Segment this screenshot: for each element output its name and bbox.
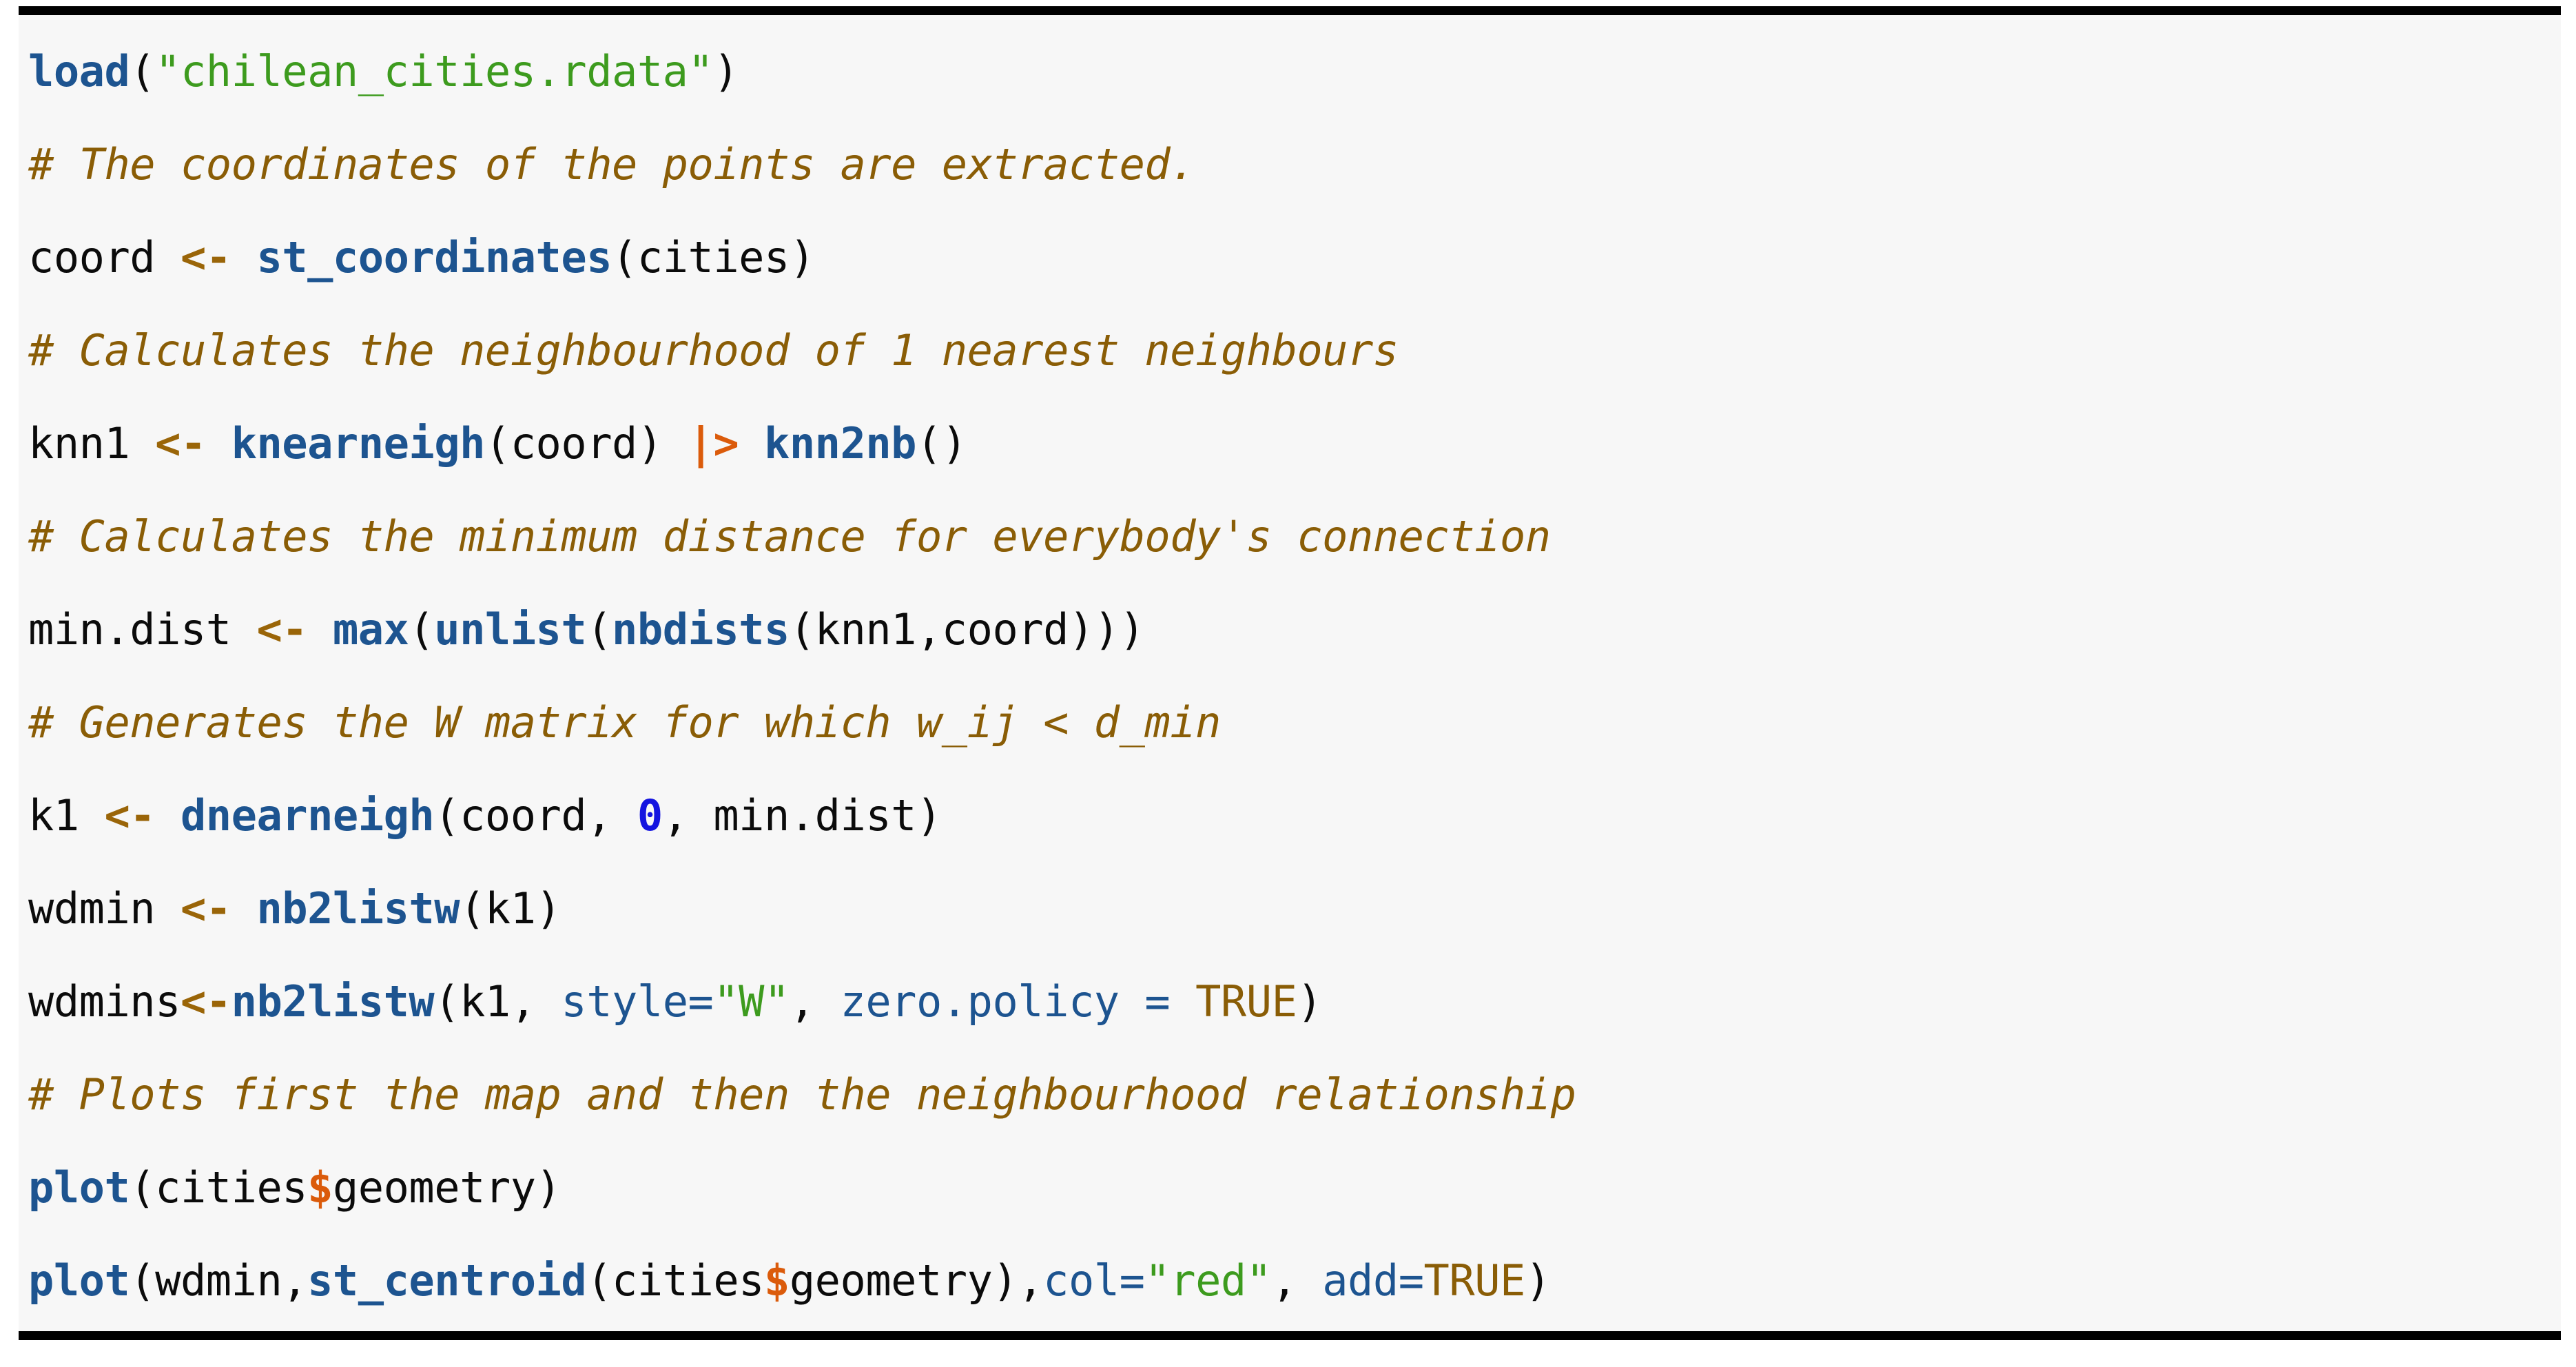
code-token-punct: (: [586, 604, 612, 655]
code-token-punct: geometry),: [789, 1255, 1044, 1306]
code-line[interactable]: wdmin <- nb2listw(k1): [19, 862, 2561, 955]
code-token-assign: <-: [180, 883, 231, 934]
code-token-func: plot: [28, 1162, 130, 1213]
code-line[interactable]: plot(cities$geometry): [19, 1141, 2561, 1234]
code-token-const: TRUE: [1423, 1255, 1526, 1306]
code-token-default: [231, 232, 257, 282]
code-token-func: nb2listw: [256, 883, 460, 934]
code-token-const: TRUE: [1195, 976, 1297, 1027]
code-token-comment: # Plots first the map and then the neigh…: [28, 1069, 1576, 1120]
code-line[interactable]: min.dist <- max(unlist(nbdists(knn1,coor…: [19, 583, 2561, 676]
code-block: load("chilean_cities.rdata") # The coordi…: [19, 6, 2561, 1340]
code-line[interactable]: wdmins<-nb2listw(k1, style="W", zero.pol…: [19, 955, 2561, 1048]
code-line[interactable]: # The coordinates of the points are extr…: [19, 118, 2561, 211]
code-token-punct: ): [713, 46, 739, 96]
code-token-punct: (knn1,coord))): [789, 604, 1145, 655]
code-token-punct: (: [130, 46, 156, 96]
code-token-func: plot: [28, 1255, 130, 1306]
code-token-func: load: [28, 46, 130, 96]
code-line[interactable]: coord <- st_coordinates(cities): [19, 211, 2561, 304]
code-token-pipe: |>: [688, 418, 739, 469]
code-token-punct: ): [1297, 976, 1323, 1027]
code-token-punct: (cities): [612, 232, 815, 282]
code-token-func: unlist: [434, 604, 587, 655]
code-token-arg: add=: [1322, 1255, 1424, 1306]
code-token-arg: zero.policy =: [840, 976, 1196, 1027]
code-line[interactable]: # Calculates the neighbourhood of 1 near…: [19, 304, 2561, 397]
code-token-default: [155, 790, 181, 841]
code-line[interactable]: load("chilean_cities.rdata"): [19, 25, 2561, 118]
code-line[interactable]: # Generates the W matrix for which w_ij …: [19, 676, 2561, 769]
code-token-func: knearneigh: [231, 418, 486, 469]
code-token-punct: geometry): [332, 1162, 561, 1213]
code-token-dollar: $: [764, 1255, 790, 1306]
code-line[interactable]: # Calculates the minimum distance for ev…: [19, 490, 2561, 583]
code-token-comment: # The coordinates of the points are extr…: [28, 139, 1196, 189]
code-token-assign: <-: [180, 232, 231, 282]
code-token-comment: # Generates the W matrix for which w_ij …: [28, 697, 1221, 748]
code-token-arg: style=: [561, 976, 714, 1027]
code-token-punct: (cities: [586, 1255, 765, 1306]
code-token-string: "chilean_cities.rdata": [155, 46, 714, 96]
code-token-var: coord: [28, 232, 181, 282]
code-token-func: st_coordinates: [256, 232, 612, 282]
code-token-func: st_centroid: [307, 1255, 587, 1306]
code-token-punct: ,: [1271, 1255, 1323, 1306]
code-token-number: 0: [637, 790, 663, 841]
code-token-punct: (coord,: [434, 790, 637, 841]
code-token-var: min.dist: [28, 604, 257, 655]
code-token-var: knn1: [28, 418, 156, 469]
code-token-var: k1: [28, 790, 105, 841]
code-token-comment: # Calculates the neighbourhood of 1 near…: [28, 325, 1399, 376]
code-token-var: wdmin: [28, 883, 181, 934]
code-token-arg: col=: [1043, 1255, 1145, 1306]
code-token-dollar: $: [307, 1162, 333, 1213]
code-line[interactable]: k1 <- dnearneigh(coord, 0, min.dist): [19, 769, 2561, 862]
code-token-punct: (coord): [484, 418, 688, 469]
code-line[interactable]: knn1 <- knearneigh(coord) |> knn2nb(): [19, 397, 2561, 490]
code-lines-container[interactable]: load("chilean_cities.rdata") # The coordi…: [19, 25, 2561, 1327]
code-line[interactable]: # Plots first the map and then the neigh…: [19, 1048, 2561, 1141]
code-token-punct: (k1,: [434, 976, 561, 1027]
code-token-punct: ): [1525, 1255, 1551, 1306]
code-token-default: [307, 604, 333, 655]
code-token-default: [739, 418, 764, 469]
code-token-assign: <-: [155, 418, 206, 469]
code-token-assign: <-: [180, 976, 231, 1027]
code-token-punct: , min.dist): [662, 790, 942, 841]
code-token-default: [231, 883, 257, 934]
code-token-func: nbdists: [612, 604, 790, 655]
code-token-func: max: [332, 604, 409, 655]
code-token-func: knn2nb: [764, 418, 916, 469]
code-token-punct: (): [916, 418, 967, 469]
code-token-punct: (k1): [460, 883, 561, 934]
code-token-string: "W": [713, 976, 790, 1027]
code-token-punct: (wdmin,: [130, 1255, 308, 1306]
code-token-func: dnearneigh: [180, 790, 435, 841]
code-token-assign: <-: [256, 604, 308, 655]
code-line[interactable]: plot(wdmin,st_centroid(cities$geometry),…: [19, 1234, 2561, 1327]
code-token-var: wdmins: [28, 976, 181, 1027]
code-token-string: "red": [1144, 1255, 1272, 1306]
code-token-comment: # Calculates the minimum distance for ev…: [28, 511, 1551, 562]
code-token-assign: <-: [104, 790, 156, 841]
code-token-punct: (cities: [130, 1162, 308, 1213]
code-token-punct: (: [409, 604, 435, 655]
code-token-default: [206, 418, 231, 469]
code-token-punct: ,: [789, 976, 841, 1027]
code-token-func: nb2listw: [231, 976, 435, 1027]
